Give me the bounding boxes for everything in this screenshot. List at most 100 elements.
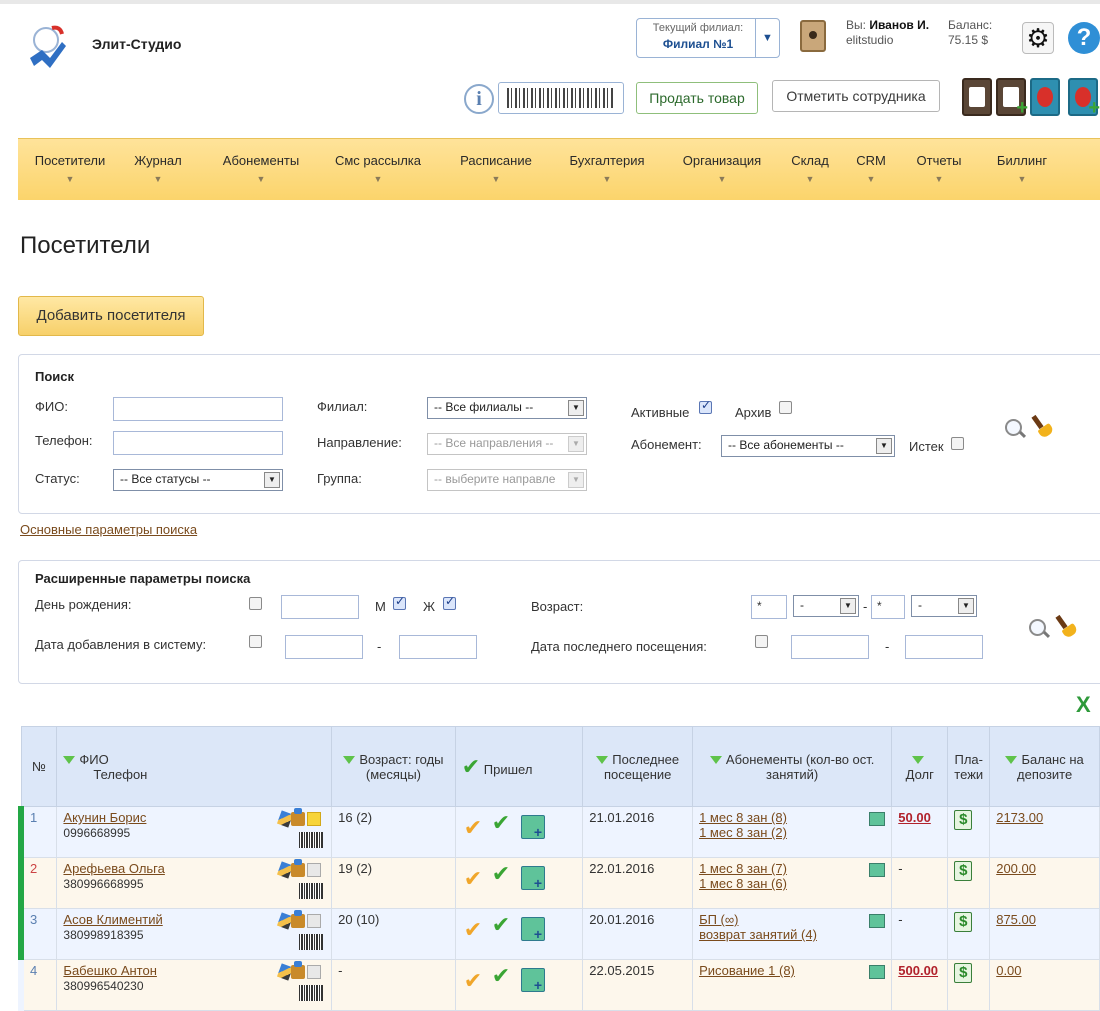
- col-deposit[interactable]: Баланс на депозите: [989, 726, 1100, 807]
- group-select[interactable]: -- выберите направле ▼: [427, 469, 587, 491]
- barcode-input[interactable]: [498, 82, 624, 114]
- active-checkbox[interactable]: [699, 398, 712, 414]
- deposit-link[interactable]: 200.00: [996, 861, 1036, 876]
- clipboard-add-icon[interactable]: [996, 78, 1028, 120]
- clear-filter-icon[interactable]: [1031, 415, 1055, 439]
- mark-visit-icon[interactable]: [462, 968, 492, 994]
- barcode-icon[interactable]: [299, 883, 324, 899]
- fio-input[interactable]: [113, 397, 283, 421]
- swap-subscription-icon[interactable]: [869, 914, 886, 928]
- subscription-link[interactable]: 1 мес 8 зан (8): [699, 810, 787, 825]
- visitor-name-link[interactable]: Асов Климентий: [63, 912, 162, 927]
- nav-item-warehouse[interactable]: Склад ▼: [788, 153, 832, 184]
- basic-search-link[interactable]: Основные параметры поиска: [20, 522, 197, 537]
- barcode-icon[interactable]: [299, 832, 324, 848]
- note-icon[interactable]: [307, 812, 322, 826]
- col-fio[interactable]: ФИО Телефон: [56, 726, 333, 807]
- subscription-link[interactable]: возврат занятий (4): [699, 927, 817, 942]
- check-icon[interactable]: ✔: [492, 963, 510, 988]
- nav-item-journal[interactable]: Журнал ▼: [130, 153, 186, 184]
- added-date-checkbox[interactable]: [249, 635, 262, 648]
- subscription-link[interactable]: 1 мес 8 зан (6): [699, 876, 787, 891]
- chevron-down-icon[interactable]: ▼: [755, 19, 779, 57]
- note-icon[interactable]: [307, 863, 322, 877]
- barcode-icon[interactable]: [299, 934, 324, 950]
- check-icon[interactable]: ✔: [492, 861, 510, 886]
- swap-subscription-icon[interactable]: [869, 812, 886, 826]
- phone-input[interactable]: [113, 431, 283, 455]
- birthday-checkbox[interactable]: [249, 597, 262, 610]
- phone-add-icon[interactable]: [1068, 78, 1100, 120]
- product-icon[interactable]: [291, 910, 306, 928]
- subscription-link[interactable]: 1 мес 8 зан (2): [699, 825, 787, 840]
- added-date-to-input[interactable]: [399, 635, 477, 659]
- age-to-input[interactable]: *: [871, 595, 905, 619]
- branch-selector[interactable]: Текущий филиал: Филиал №1 ▼: [636, 18, 780, 58]
- swap-subscription-icon[interactable]: [869, 965, 886, 979]
- mark-visit-icon[interactable]: [462, 815, 492, 841]
- phone-icon[interactable]: [1030, 78, 1060, 116]
- archive-checkbox[interactable]: [779, 401, 792, 414]
- mark-visit-icon[interactable]: [462, 917, 492, 943]
- product-icon[interactable]: [291, 859, 306, 877]
- safe-icon[interactable]: [800, 20, 826, 52]
- visitor-name-link[interactable]: Бабешко Антон: [63, 963, 156, 978]
- nav-item-accounting[interactable]: Бухгалтерия ▼: [560, 153, 654, 184]
- last-visit-to-input[interactable]: [905, 635, 983, 659]
- age-to-unit-select[interactable]: - ▼: [911, 595, 977, 617]
- birthday-input[interactable]: [281, 595, 359, 619]
- deposit-link[interactable]: 2173.00: [996, 810, 1043, 825]
- nav-item-schedule[interactable]: Расписание ▼: [452, 153, 540, 184]
- sell-product-button[interactable]: Продать товар: [636, 82, 758, 114]
- deposit-link[interactable]: 0.00: [996, 963, 1021, 978]
- col-last-visit[interactable]: Последнее посещение: [582, 726, 694, 807]
- col-age[interactable]: Возраст: годы (месяцы): [331, 726, 456, 807]
- col-subscriptions[interactable]: Абонементы (кол-во ост. занятий): [692, 726, 893, 807]
- visitor-name-link[interactable]: Акунин Борис: [63, 810, 146, 825]
- nav-item-billing[interactable]: Биллинг ▼: [992, 153, 1052, 184]
- excel-export-icon[interactable]: X: [1076, 694, 1100, 716]
- age-from-input[interactable]: *: [751, 595, 787, 619]
- branch-filter-select[interactable]: -- Все филиалы -- ▼: [427, 397, 587, 419]
- added-date-from-input[interactable]: [285, 635, 363, 659]
- clipboard-icon[interactable]: [962, 78, 992, 116]
- check-icon[interactable]: ✔: [492, 912, 510, 937]
- add-to-group-icon[interactable]: [521, 814, 546, 840]
- last-visit-checkbox[interactable]: [755, 635, 768, 648]
- note-icon[interactable]: [307, 965, 322, 979]
- dollar-icon[interactable]: $: [954, 810, 973, 830]
- check-icon[interactable]: ✔: [492, 810, 510, 835]
- search-icon[interactable]: [1029, 619, 1051, 641]
- mark-visit-icon[interactable]: [462, 866, 492, 892]
- product-icon[interactable]: [291, 808, 306, 826]
- nav-item-subscriptions[interactable]: Абонементы ▼: [214, 153, 308, 184]
- subscription-select[interactable]: -- Все абонементы -- ▼: [721, 435, 895, 457]
- gear-icon[interactable]: ⚙: [1022, 22, 1054, 54]
- male-checkbox[interactable]: [393, 594, 406, 610]
- clear-filter-icon[interactable]: [1055, 615, 1079, 639]
- subscription-link[interactable]: Рисование 1 (8): [699, 963, 795, 978]
- swap-subscription-icon[interactable]: [869, 863, 886, 877]
- expired-checkbox[interactable]: [951, 437, 964, 450]
- status-select[interactable]: -- Все статусы -- ▼: [113, 469, 283, 491]
- add-to-group-icon[interactable]: [521, 967, 546, 993]
- age-from-unit-select[interactable]: - ▼: [793, 595, 859, 617]
- barcode-icon[interactable]: [299, 985, 324, 1001]
- nav-item-organization[interactable]: Организация ▼: [674, 153, 770, 184]
- note-icon[interactable]: [307, 914, 322, 928]
- debt-value[interactable]: 500.00: [898, 963, 938, 978]
- search-icon[interactable]: [1005, 419, 1027, 441]
- dollar-icon[interactable]: $: [954, 912, 973, 932]
- nav-item-visitors[interactable]: Посетители ▼: [32, 153, 108, 184]
- nav-item-crm[interactable]: CRM ▼: [854, 153, 888, 184]
- help-icon[interactable]: ?: [1068, 22, 1100, 54]
- dollar-icon[interactable]: $: [954, 861, 973, 881]
- debt-value[interactable]: 50.00: [898, 810, 931, 825]
- female-checkbox[interactable]: [443, 594, 456, 610]
- col-debt[interactable]: Долг: [891, 726, 949, 807]
- visitor-name-link[interactable]: Арефьева Ольга: [63, 861, 164, 876]
- add-to-group-icon[interactable]: [521, 916, 546, 942]
- dollar-icon[interactable]: $: [954, 963, 973, 983]
- add-to-group-icon[interactable]: [521, 865, 546, 891]
- nav-item-reports[interactable]: Отчеты ▼: [910, 153, 968, 184]
